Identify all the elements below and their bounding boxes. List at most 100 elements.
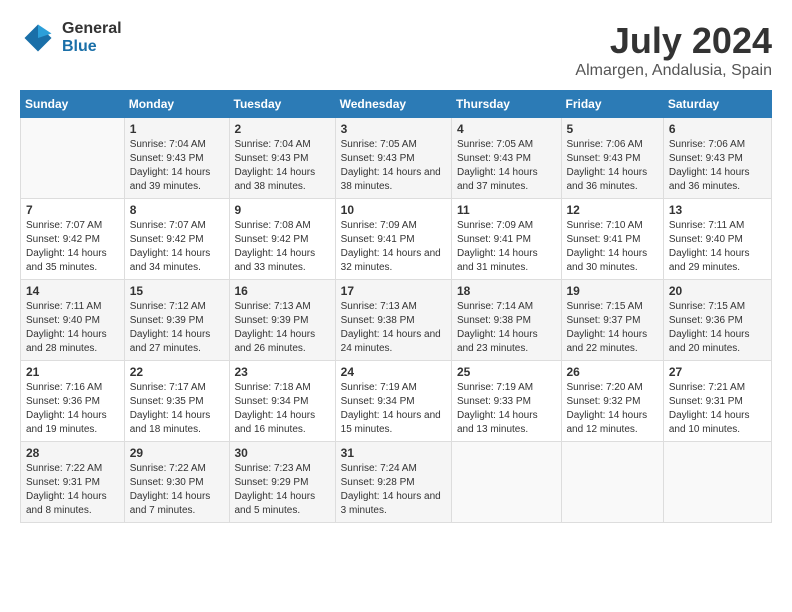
day-number: 26 [567, 365, 658, 379]
calendar-week-row: 1Sunrise: 7:04 AM Sunset: 9:43 PM Daylig… [21, 118, 772, 199]
day-info: Sunrise: 7:22 AM Sunset: 9:31 PM Dayligh… [26, 462, 119, 518]
day-info: Sunrise: 7:04 AM Sunset: 9:43 PM Dayligh… [235, 138, 330, 194]
day-number: 11 [457, 203, 556, 217]
calendar-cell: 9 Sunrise: 7:08 AM Sunset: 9:42 PM Daylig… [229, 199, 335, 280]
day-info: Sunrise: 7:21 AM Sunset: 9:31 PM Dayligh… [669, 381, 766, 437]
header-monday: Monday [124, 91, 229, 118]
day-number: 12 [567, 203, 658, 217]
calendar-cell: 12 Sunrise: 7:10 AM Sunset: 9:41 PM Dayli… [561, 199, 663, 280]
day-info: Sunrise: 7:17 AM Sunset: 9:35 PM Dayligh… [130, 381, 224, 437]
day-number: 2 [235, 122, 330, 136]
calendar-cell: 29 Sunrise: 7:22 AM Sunset: 9:30 PM Dayli… [124, 442, 229, 523]
day-info: Sunrise: 7:18 AM Sunset: 9:34 PM Dayligh… [235, 381, 330, 437]
page-header: General Blue July 2024 Almargen, Andalus… [20, 20, 772, 80]
day-info: Sunrise: 7:12 AM Sunset: 9:39 PM Dayligh… [130, 300, 224, 356]
day-number: 3 [341, 122, 446, 136]
day-info: Sunrise: 7:15 AM Sunset: 9:37 PM Dayligh… [567, 300, 658, 356]
day-number: 29 [130, 446, 224, 460]
day-number: 21 [26, 365, 119, 379]
calendar-cell: 15 Sunrise: 7:12 AM Sunset: 9:39 PM Dayli… [124, 280, 229, 361]
calendar-cell [663, 442, 771, 523]
header-friday: Friday [561, 91, 663, 118]
calendar-cell [21, 118, 125, 199]
day-info: Sunrise: 7:11 AM Sunset: 9:40 PM Dayligh… [26, 300, 119, 356]
header-tuesday: Tuesday [229, 91, 335, 118]
day-info: Sunrise: 7:19 AM Sunset: 9:34 PM Dayligh… [341, 381, 446, 437]
month-title: July 2024 [575, 20, 772, 62]
calendar-cell [451, 442, 561, 523]
calendar-cell: 27 Sunrise: 7:21 AM Sunset: 9:31 PM Dayli… [663, 361, 771, 442]
location: Almargen, Andalusia, Spain [575, 62, 772, 80]
day-number: 25 [457, 365, 556, 379]
day-info: Sunrise: 7:09 AM Sunset: 9:41 PM Dayligh… [341, 219, 446, 275]
header-wednesday: Wednesday [335, 91, 451, 118]
calendar-week-row: 28Sunrise: 7:22 AM Sunset: 9:31 PM Dayli… [21, 442, 772, 523]
day-number: 31 [341, 446, 446, 460]
day-info: Sunrise: 7:16 AM Sunset: 9:36 PM Dayligh… [26, 381, 119, 437]
day-number: 8 [130, 203, 224, 217]
day-number: 13 [669, 203, 766, 217]
day-number: 18 [457, 284, 556, 298]
calendar-cell: 22 Sunrise: 7:17 AM Sunset: 9:35 PM Dayli… [124, 361, 229, 442]
logo-text: General Blue [62, 20, 122, 56]
day-number: 17 [341, 284, 446, 298]
day-number: 24 [341, 365, 446, 379]
calendar-cell: 18 Sunrise: 7:14 AM Sunset: 9:38 PM Dayli… [451, 280, 561, 361]
day-number: 22 [130, 365, 224, 379]
day-number: 14 [26, 284, 119, 298]
day-info: Sunrise: 7:06 AM Sunset: 9:43 PM Dayligh… [567, 138, 658, 194]
day-number: 9 [235, 203, 330, 217]
day-info: Sunrise: 7:15 AM Sunset: 9:36 PM Dayligh… [669, 300, 766, 356]
day-info: Sunrise: 7:04 AM Sunset: 9:43 PM Dayligh… [130, 138, 224, 194]
day-info: Sunrise: 7:19 AM Sunset: 9:33 PM Dayligh… [457, 381, 556, 437]
day-number: 27 [669, 365, 766, 379]
day-number: 7 [26, 203, 119, 217]
day-info: Sunrise: 7:20 AM Sunset: 9:32 PM Dayligh… [567, 381, 658, 437]
calendar-cell: 30 Sunrise: 7:23 AM Sunset: 9:29 PM Dayli… [229, 442, 335, 523]
calendar-cell: 26 Sunrise: 7:20 AM Sunset: 9:32 PM Dayli… [561, 361, 663, 442]
day-number: 19 [567, 284, 658, 298]
day-info: Sunrise: 7:13 AM Sunset: 9:39 PM Dayligh… [235, 300, 330, 356]
calendar-cell: 16Sunrise: 7:13 AM Sunset: 9:39 PM Dayli… [229, 280, 335, 361]
logo-icon [20, 20, 56, 56]
day-info: Sunrise: 7:06 AM Sunset: 9:43 PM Dayligh… [669, 138, 766, 194]
calendar-cell: 1Sunrise: 7:04 AM Sunset: 9:43 PM Daylig… [124, 118, 229, 199]
calendar-cell: 5 Sunrise: 7:06 AM Sunset: 9:43 PM Daylig… [561, 118, 663, 199]
calendar-cell: 4Sunrise: 7:05 AM Sunset: 9:43 PM Daylig… [451, 118, 561, 199]
day-info: Sunrise: 7:22 AM Sunset: 9:30 PM Dayligh… [130, 462, 224, 518]
calendar-cell: 13 Sunrise: 7:11 AM Sunset: 9:40 PM Dayli… [663, 199, 771, 280]
day-number: 5 [567, 122, 658, 136]
header-saturday: Saturday [663, 91, 771, 118]
calendar-cell: 31 Sunrise: 7:24 AM Sunset: 9:28 PM Dayli… [335, 442, 451, 523]
calendar-week-row: 14 Sunrise: 7:11 AM Sunset: 9:40 PM Dayli… [21, 280, 772, 361]
day-number: 23 [235, 365, 330, 379]
day-info: Sunrise: 7:23 AM Sunset: 9:29 PM Dayligh… [235, 462, 330, 518]
day-number: 4 [457, 122, 556, 136]
header-thursday: Thursday [451, 91, 561, 118]
calendar-header-row: SundayMondayTuesdayWednesdayThursdayFrid… [21, 91, 772, 118]
day-info: Sunrise: 7:10 AM Sunset: 9:41 PM Dayligh… [567, 219, 658, 275]
calendar-cell: 21 Sunrise: 7:16 AM Sunset: 9:36 PM Dayli… [21, 361, 125, 442]
day-info: Sunrise: 7:11 AM Sunset: 9:40 PM Dayligh… [669, 219, 766, 275]
day-info: Sunrise: 7:24 AM Sunset: 9:28 PM Dayligh… [341, 462, 446, 518]
calendar-cell: 8 Sunrise: 7:07 AM Sunset: 9:42 PM Daylig… [124, 199, 229, 280]
header-sunday: Sunday [21, 91, 125, 118]
day-number: 30 [235, 446, 330, 460]
day-info: Sunrise: 7:05 AM Sunset: 9:43 PM Dayligh… [341, 138, 446, 194]
calendar-week-row: 21 Sunrise: 7:16 AM Sunset: 9:36 PM Dayli… [21, 361, 772, 442]
day-number: 20 [669, 284, 766, 298]
calendar-cell: 14 Sunrise: 7:11 AM Sunset: 9:40 PM Dayli… [21, 280, 125, 361]
calendar-cell: 25 Sunrise: 7:19 AM Sunset: 9:33 PM Dayli… [451, 361, 561, 442]
calendar-table: SundayMondayTuesdayWednesdayThursdayFrid… [20, 90, 772, 523]
calendar-week-row: 7 Sunrise: 7:07 AM Sunset: 9:42 PM Daylig… [21, 199, 772, 280]
day-info: Sunrise: 7:07 AM Sunset: 9:42 PM Dayligh… [130, 219, 224, 275]
calendar-cell: 17Sunrise: 7:13 AM Sunset: 9:38 PM Dayli… [335, 280, 451, 361]
day-info: Sunrise: 7:14 AM Sunset: 9:38 PM Dayligh… [457, 300, 556, 356]
calendar-cell: 6 Sunrise: 7:06 AM Sunset: 9:43 PM Daylig… [663, 118, 771, 199]
calendar-cell: 19 Sunrise: 7:15 AM Sunset: 9:37 PM Dayli… [561, 280, 663, 361]
day-number: 15 [130, 284, 224, 298]
calendar-cell: 28Sunrise: 7:22 AM Sunset: 9:31 PM Dayli… [21, 442, 125, 523]
calendar-cell [561, 442, 663, 523]
day-info: Sunrise: 7:08 AM Sunset: 9:42 PM Dayligh… [235, 219, 330, 275]
day-number: 6 [669, 122, 766, 136]
